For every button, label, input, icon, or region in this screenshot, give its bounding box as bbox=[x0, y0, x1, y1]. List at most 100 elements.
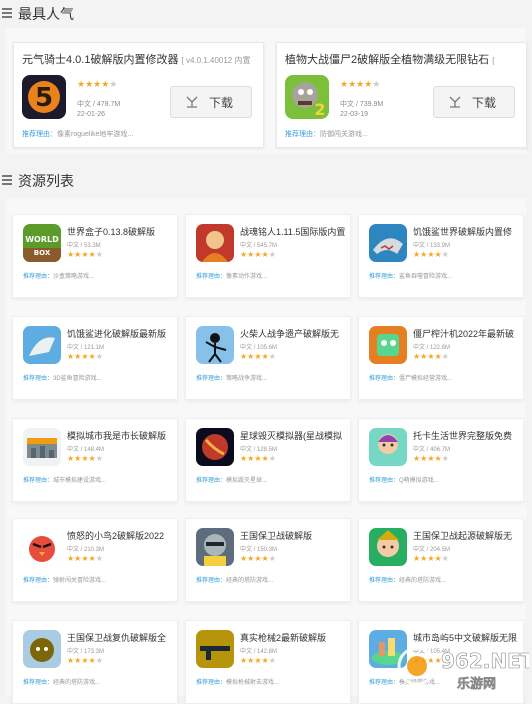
app-title[interactable]: 僵尸榨汁机2022年最新破 bbox=[413, 327, 521, 340]
rating-stars: ★★★★★ bbox=[413, 454, 449, 463]
simcity-app-icon[interactable] bbox=[23, 428, 61, 466]
rating-stars: ★★★★★ bbox=[413, 250, 449, 259]
solar-smash-app-icon[interactable] bbox=[196, 428, 234, 466]
rating-stars: ★★★★★ bbox=[240, 656, 276, 665]
popular-card[interactable]: 植物大战僵尸2破解版全植物满级无限钻石 [ 2 ★★★★★ 中文 / 739.9… bbox=[276, 42, 527, 148]
app-title[interactable]: 王国保卫战起源破解版无 bbox=[413, 529, 521, 542]
stick-war-app-icon[interactable] bbox=[196, 326, 234, 364]
svg-text:2: 2 bbox=[314, 100, 325, 119]
worldbox-app-icon[interactable]: WORLD BOX bbox=[23, 224, 61, 262]
hungry-shark-world-app-icon[interactable] bbox=[369, 224, 407, 262]
resource-card[interactable]: 真实枪械2最新破解版 中文 / 142.8M ★★★★★ 推荐理由：模拟枪械射击… bbox=[185, 620, 351, 704]
download-icon bbox=[186, 96, 198, 108]
hungry-shark-evolution-app-icon[interactable] bbox=[23, 326, 61, 364]
app-lang-size: 中文 / 128.5M bbox=[240, 447, 278, 453]
app-lang-size: 中文 / 478.7M bbox=[77, 101, 121, 108]
app-date: 22-03-19 bbox=[340, 111, 369, 118]
download-button[interactable]: 下载 bbox=[170, 86, 252, 118]
resource-card[interactable]: 王国保卫战起源破解版无 中文 / 204.5M ★★★★★ 推荐理由：经典的塔防… bbox=[358, 518, 524, 602]
watermark-brand: 962.NET bbox=[441, 649, 529, 673]
soul-knight-app-icon[interactable]: 5 bbox=[22, 75, 66, 119]
rating-stars: ★★★★★ bbox=[413, 352, 449, 361]
app-title[interactable]: 元气骑士4.0.1破解版内置修改器 [ v4.0.1.40012 内置 bbox=[22, 51, 258, 67]
app-title[interactable]: 真实枪械2最新破解版 bbox=[240, 631, 348, 644]
zombie-catchers-app-icon[interactable] bbox=[369, 326, 407, 364]
resource-card[interactable]: 饥饿鲨进化破解版最新版 中文 / 121.1M ★★★★★ 推荐理由：3D鲨鱼冒… bbox=[12, 316, 178, 400]
resource-card[interactable]: 愤怒的小鸟2破解版2022 中文 / 210.3M ★★★★★ 推荐理由：弹射闯… bbox=[12, 518, 178, 602]
recommend-reason: 推荐理由：弹射闯关冒险游戏... bbox=[23, 578, 107, 584]
rating-stars: ★★★★★ bbox=[67, 352, 103, 361]
app-title[interactable]: 模拟城市我是市长破解版 bbox=[67, 429, 175, 442]
rating-stars: ★★★★★ bbox=[340, 79, 381, 89]
app-title[interactable]: 饥饿鲨进化破解版最新版 bbox=[67, 327, 175, 340]
app-title[interactable]: 世界盒子0.13.8破解版 bbox=[67, 225, 175, 238]
app-date: 22-01-26 bbox=[77, 111, 106, 118]
resource-card[interactable]: 战魂铭人1.11.5国际版内置 中文 / 545.7M ★★★★★ 推荐理由：像… bbox=[185, 214, 351, 298]
app-lang-size: 中文 / 142.8M bbox=[240, 649, 278, 655]
recommend-reason: 推荐理由：城市模拟建设游戏... bbox=[23, 478, 107, 484]
rating-stars: ★★★★★ bbox=[67, 454, 103, 463]
resource-card[interactable]: 王国保卫战破解版 中文 / 150.3M ★★★★★ 推荐理由：经典的塔防游戏.… bbox=[185, 518, 351, 602]
real-gun-app-icon[interactable] bbox=[196, 630, 234, 668]
rating-stars: ★★★★★ bbox=[67, 656, 103, 665]
recommend-reason: 推荐理由：鲨鱼吞噬冒险游戏... bbox=[369, 274, 453, 280]
app-lang-size: 中文 / 173.3M bbox=[67, 649, 105, 655]
rating-stars: ★★★★★ bbox=[413, 554, 449, 563]
rating-stars: ★★★★★ bbox=[240, 554, 276, 563]
resource-card[interactable]: 王国保卫战复仇破解版全 中文 / 173.3M ★★★★★ 推荐理由：经典的塔防… bbox=[12, 620, 178, 704]
app-title[interactable]: 愤怒的小鸟2破解版2022 bbox=[67, 529, 175, 542]
app-lang-size: 中文 / 204.5M bbox=[413, 547, 451, 553]
resource-card[interactable]: 僵尸榨汁机2022年最新破 中文 / 122.8M ★★★★★ 推荐理由：僵尸模… bbox=[358, 316, 524, 400]
watermark-sub: 乐游网 bbox=[457, 676, 496, 692]
app-title[interactable]: 植物大战僵尸2破解版全植物满级无限钻石 [ bbox=[285, 51, 521, 67]
rating-stars: ★★★★★ bbox=[67, 554, 103, 563]
app-title[interactable]: 饥饿鲨世界破解版内置修 bbox=[413, 225, 521, 238]
app-title[interactable]: 战魂铭人1.11.5国际版内置 bbox=[240, 225, 348, 238]
rating-stars: ★★★★★ bbox=[240, 352, 276, 361]
app-title[interactable]: 火柴人战争遗产破解版无 bbox=[240, 327, 348, 340]
soul-warrior-app-icon[interactable] bbox=[196, 224, 234, 262]
list-icon bbox=[2, 175, 12, 187]
kingdom-rush-vengeance-app-icon[interactable] bbox=[23, 630, 61, 668]
popular-card[interactable]: 元气骑士4.0.1破解版内置修改器 [ v4.0.1.40012 内置 5 ★★… bbox=[13, 42, 264, 148]
app-lang-size: 中文 / 150.3M bbox=[240, 547, 278, 553]
app-title[interactable]: 托卡生活世界完整版免费 bbox=[413, 429, 521, 442]
kingdom-rush-app-icon[interactable] bbox=[196, 528, 234, 566]
rating-stars: ★★★★★ bbox=[240, 250, 276, 259]
recommend-reason: 推荐理由：防御闯关游戏... bbox=[285, 131, 368, 138]
app-lang-size: 中文 / 148.4M bbox=[67, 447, 105, 453]
popular-section-header: 最具人气 bbox=[0, 0, 532, 28]
recommend-reason: 推荐理由：经典的塔防游戏... bbox=[23, 680, 101, 686]
resource-card[interactable]: 模拟城市我是市长破解版 中文 / 148.4M ★★★★★ 推荐理由：城市模拟建… bbox=[12, 418, 178, 502]
download-button[interactable]: 下载 bbox=[433, 86, 515, 118]
resource-card[interactable]: WORLD BOX 世界盒子0.13.8破解版 中文 / 53.3M ★★★★★ … bbox=[12, 214, 178, 298]
angry-birds-2-app-icon[interactable] bbox=[23, 528, 61, 566]
kingdom-rush-origins-app-icon[interactable] bbox=[369, 528, 407, 566]
toca-life-app-icon[interactable] bbox=[369, 428, 407, 466]
rating-stars: ★★★★★ bbox=[77, 79, 118, 89]
recommend-reason: 推荐理由：像素roguelike地牢游戏... bbox=[22, 131, 134, 138]
recommend-reason: 推荐理由：僵尸模拟经营游戏... bbox=[369, 376, 453, 382]
resource-card[interactable]: 托卡生活世界完整版免费 中文 / 406.7M ★★★★★ 推荐理由：Q萌模拟游… bbox=[358, 418, 524, 502]
svg-text:BOX: BOX bbox=[34, 249, 51, 257]
rating-stars: ★★★★★ bbox=[67, 250, 103, 259]
site-watermark: 962.NET 乐游网 bbox=[395, 640, 532, 694]
app-title[interactable]: 星球毁灭模拟器(星战模拟 bbox=[240, 429, 348, 442]
pvz2-app-icon[interactable]: 2 bbox=[285, 75, 329, 119]
recommend-reason: 推荐理由：沙盒策略游戏... bbox=[23, 274, 95, 280]
list-icon bbox=[2, 8, 12, 20]
app-lang-size: 中文 / 121.1M bbox=[67, 345, 105, 351]
app-title[interactable]: 王国保卫战破解版 bbox=[240, 529, 348, 542]
app-lang-size: 中文 / 122.8M bbox=[413, 345, 451, 351]
resources-section-header: 资源列表 bbox=[0, 167, 532, 195]
resource-card[interactable]: 星球毁灭模拟器(星战模拟 中文 / 128.5M ★★★★★ 推荐理由：模拟毁灭… bbox=[185, 418, 351, 502]
svg-text:5: 5 bbox=[35, 83, 53, 113]
resource-card[interactable]: 火柴人战争遗产破解版无 中文 / 105.6M ★★★★★ 推荐理由：策略战争游… bbox=[185, 316, 351, 400]
recommend-reason: 推荐理由：经典的塔防游戏... bbox=[369, 578, 447, 584]
recommend-reason: 推荐理由：模拟毁灭星球... bbox=[196, 478, 268, 484]
recommend-reason: 推荐理由：策略战争游戏... bbox=[196, 376, 268, 382]
app-title[interactable]: 王国保卫战复仇破解版全 bbox=[67, 631, 175, 644]
resource-card[interactable]: 饥饿鲨世界破解版内置修 中文 / 133.9M ★★★★★ 推荐理由：鲨鱼吞噬冒… bbox=[358, 214, 524, 298]
app-lang-size: 中文 / 739.9M bbox=[340, 101, 384, 108]
popular-section-title: 最具人气 bbox=[18, 6, 74, 22]
